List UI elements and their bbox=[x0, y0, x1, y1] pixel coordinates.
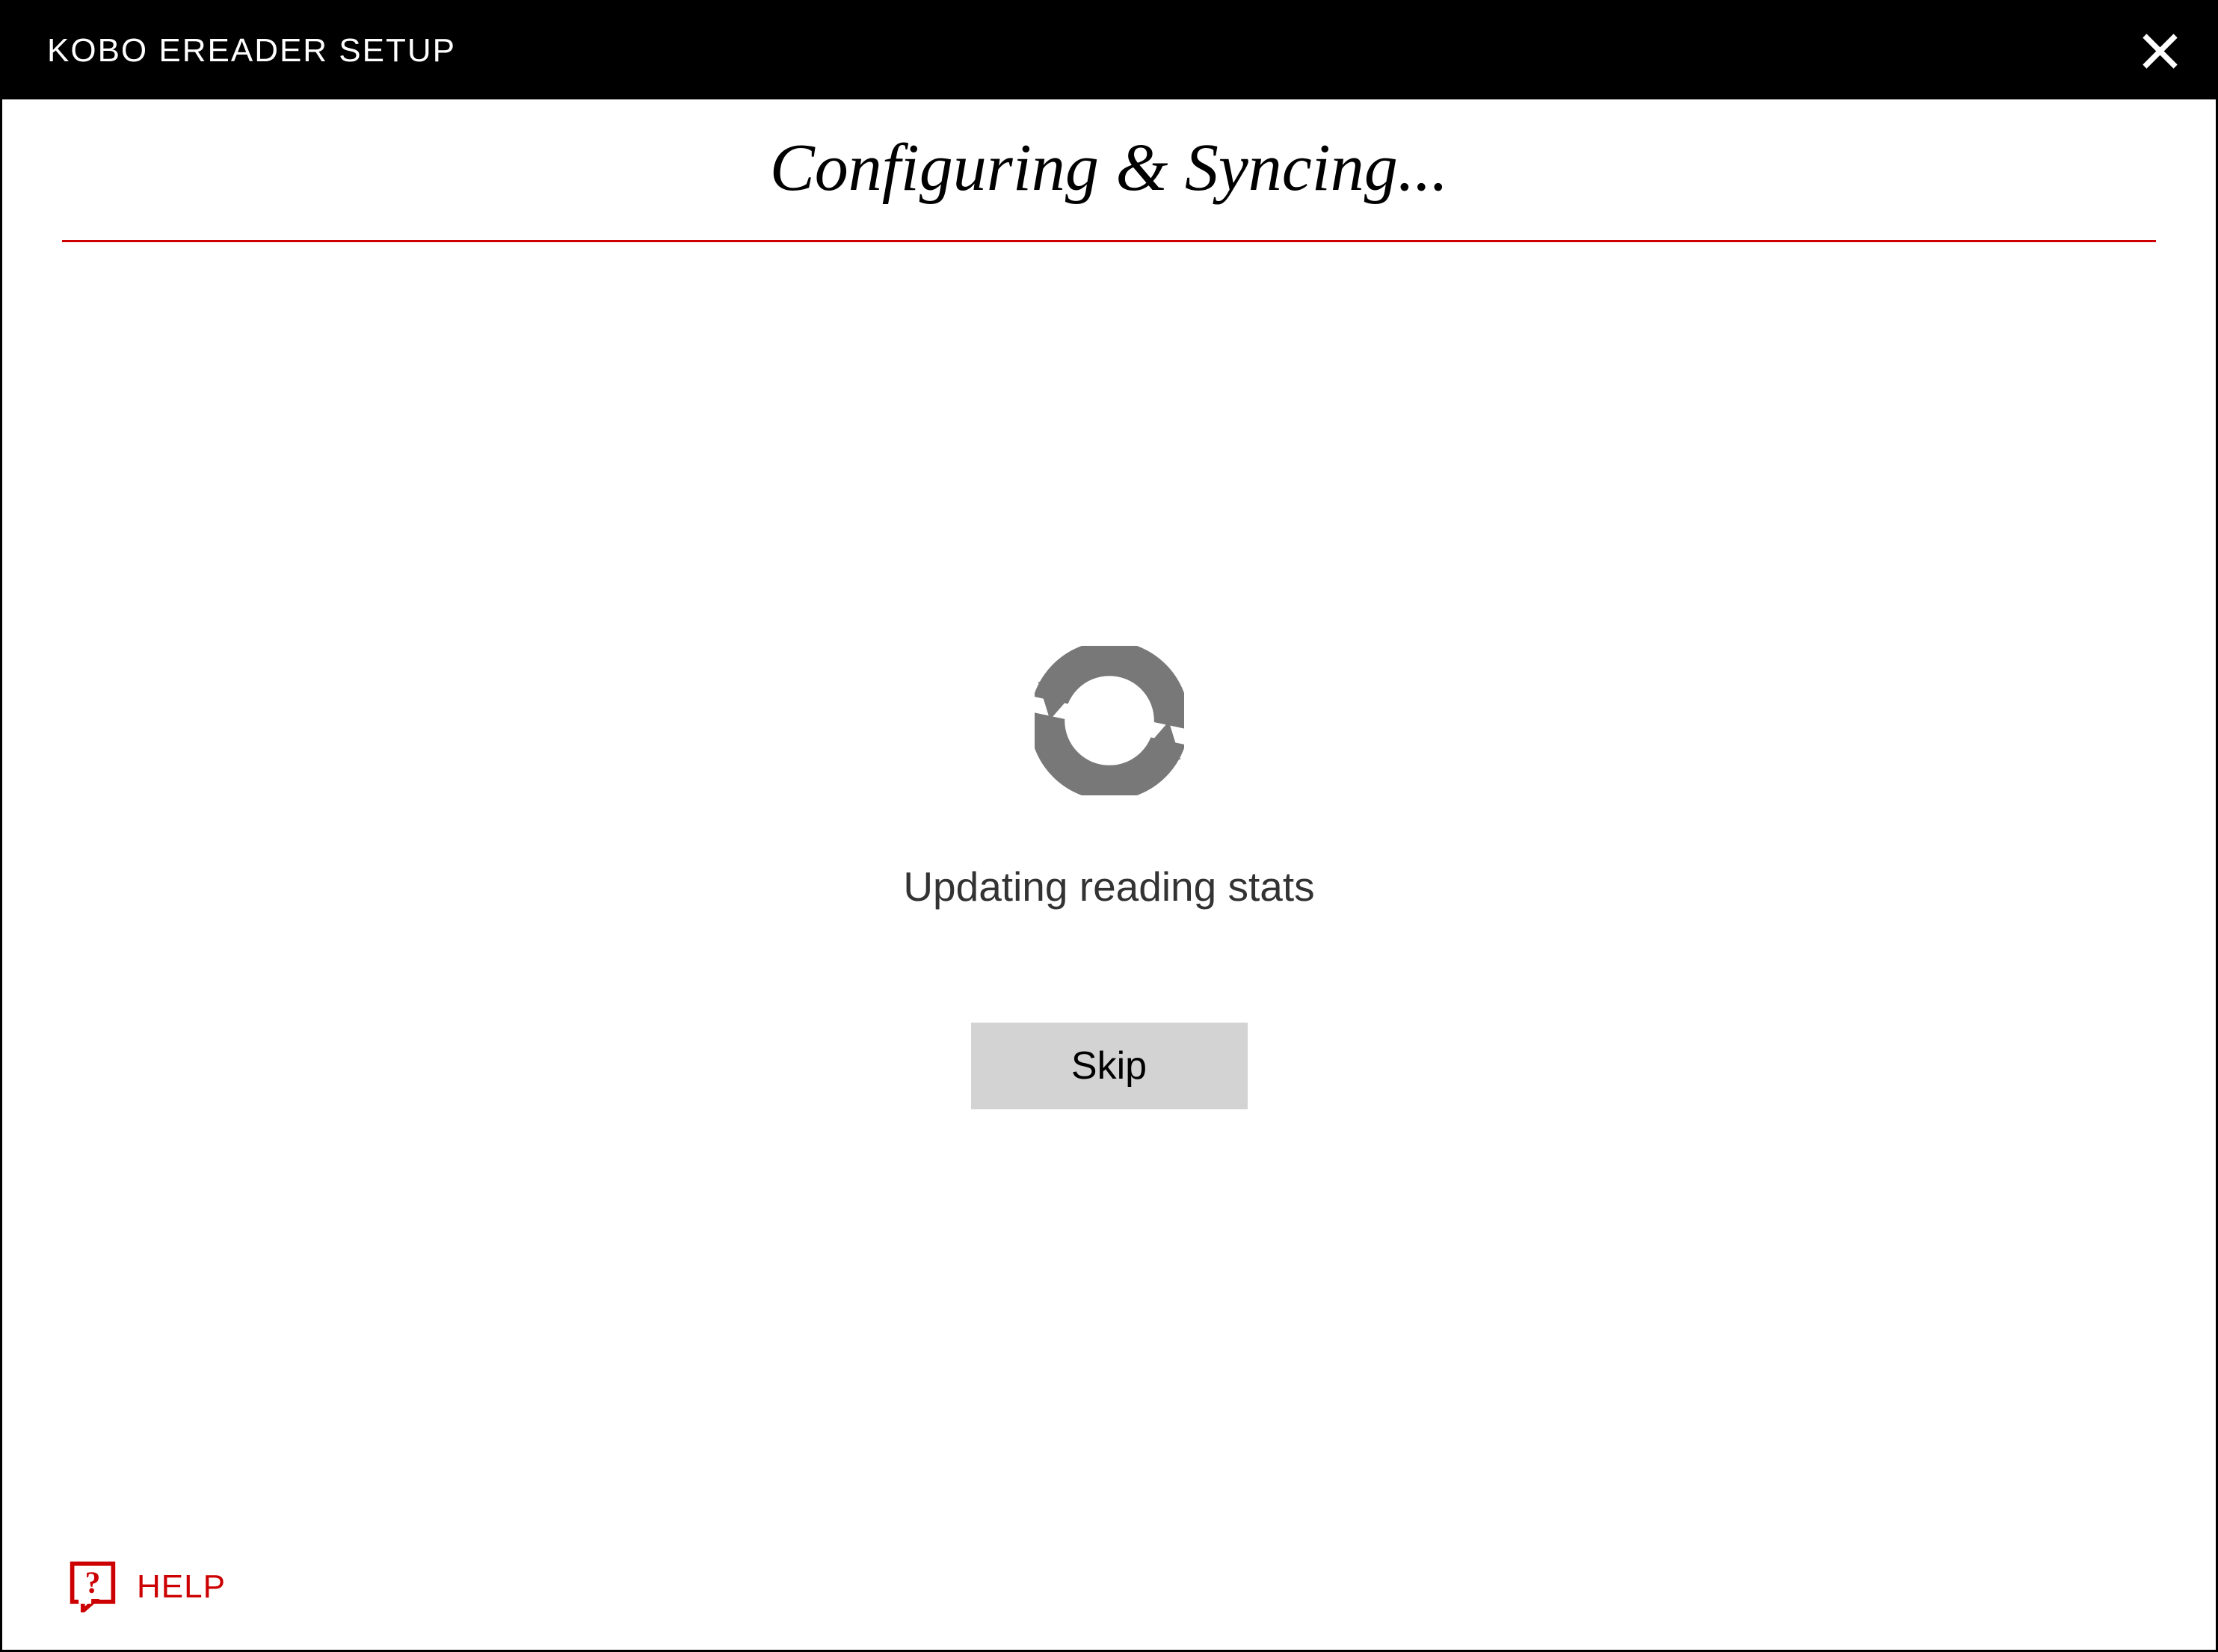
sync-icon bbox=[1012, 623, 1207, 818]
help-label: HELP bbox=[137, 1568, 226, 1606]
skip-button[interactable]: Skip bbox=[971, 1023, 1248, 1109]
heading-area: Configuring & Syncing... bbox=[2, 99, 2216, 242]
close-icon bbox=[2140, 31, 2181, 72]
content-area: Configuring & Syncing... bbox=[2, 99, 2216, 1650]
status-text: Updating reading stats bbox=[903, 863, 1314, 910]
help-icon: ? bbox=[70, 1562, 116, 1612]
help-button[interactable]: ? HELP bbox=[70, 1562, 226, 1612]
titlebar: KOBO EREADER SETUP bbox=[2, 2, 2216, 99]
close-button[interactable] bbox=[2134, 25, 2186, 77]
window-title: KOBO EREADER SETUP bbox=[47, 32, 456, 70]
page-heading: Configuring & Syncing... bbox=[62, 129, 2156, 240]
sync-status-area: Updating reading stats Skip bbox=[2, 242, 2216, 1650]
setup-window: KOBO EREADER SETUP Configuring & Syncing… bbox=[0, 0, 2218, 1652]
svg-text:?: ? bbox=[85, 1565, 101, 1600]
